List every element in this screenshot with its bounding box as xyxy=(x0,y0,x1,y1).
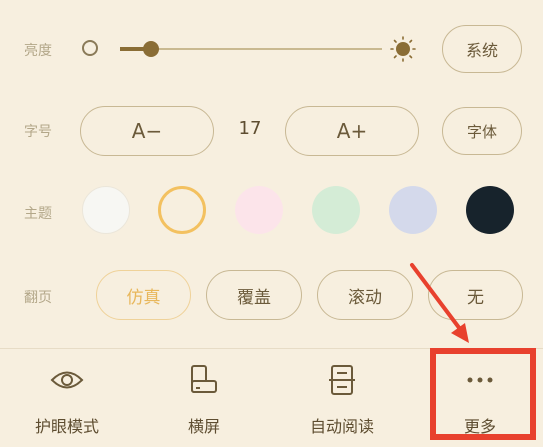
theme-swatch-white[interactable] xyxy=(82,186,130,234)
theme-label: 主题 xyxy=(24,206,52,222)
font-family-button[interactable]: 字体 xyxy=(442,107,522,155)
theme-swatch-blue[interactable] xyxy=(389,186,437,234)
eye-icon xyxy=(50,363,84,397)
auto-read-icon xyxy=(328,363,356,397)
page-turn-cover[interactable]: 覆盖 xyxy=(206,270,302,320)
brightness-low-icon xyxy=(82,40,98,56)
system-brightness-button[interactable]: 系统 xyxy=(442,25,522,73)
font-size-value: 17 xyxy=(238,118,262,139)
page-turn-label: 翻页 xyxy=(24,290,52,306)
theme-swatch-pink[interactable] xyxy=(235,186,283,234)
nav-eye-care[interactable]: 护眼模式 xyxy=(2,349,132,447)
theme-swatch-dark[interactable] xyxy=(466,186,514,234)
brightness-slider[interactable] xyxy=(120,40,382,58)
annotation-highlight-box xyxy=(430,348,536,440)
theme-swatch-green[interactable] xyxy=(312,186,360,234)
nav-label-eye-care: 护眼模式 xyxy=(34,417,99,436)
increase-font-button[interactable]: A+ xyxy=(285,106,419,156)
slider-thumb[interactable] xyxy=(143,41,160,57)
theme-swatch-cream[interactable] xyxy=(158,186,206,234)
nav-auto-read[interactable]: 自动阅读 xyxy=(277,349,407,447)
font-size-label: 字号 xyxy=(24,124,52,140)
annotation-arrow xyxy=(395,255,485,350)
page-turn-simulate[interactable]: 仿真 xyxy=(96,270,191,320)
decrease-font-button[interactable]: A− xyxy=(80,106,214,156)
nav-label-landscape: 横屏 xyxy=(187,417,220,436)
nav-label-auto-read: 自动阅读 xyxy=(309,417,374,436)
nav-landscape[interactable]: 横屏 xyxy=(139,349,269,447)
slider-track xyxy=(120,48,382,50)
landscape-phone-icon xyxy=(189,363,219,397)
brightness-label: 亮度 xyxy=(24,43,52,59)
brightness-high-icon xyxy=(390,36,416,62)
